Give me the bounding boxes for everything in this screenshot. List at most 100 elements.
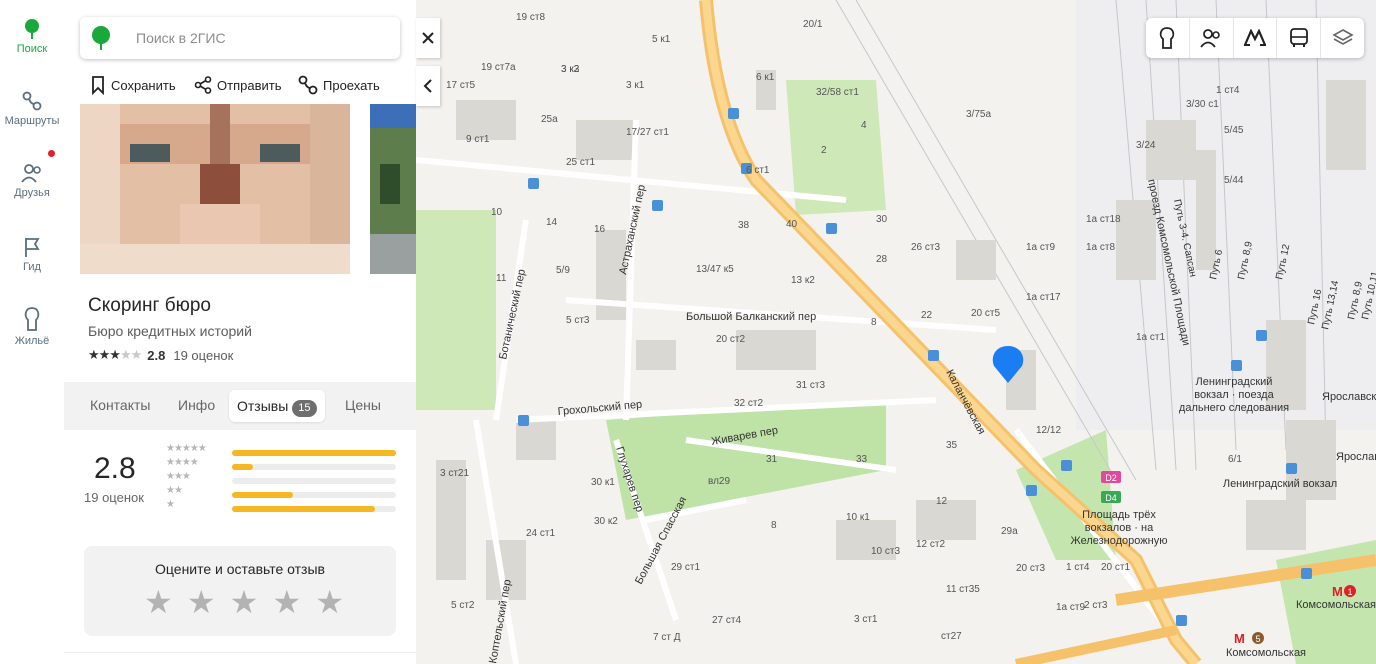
house-number: 31 ст3 (796, 380, 825, 391)
house-number: 30 к1 (591, 477, 615, 488)
rail-guide[interactable]: Гид (0, 236, 64, 273)
d4-label: D4 (1105, 493, 1117, 503)
house-number: 24 ст1 (526, 528, 555, 539)
review-star-4[interactable]: ★ (272, 586, 301, 618)
house-number: 17 ст5 (446, 80, 475, 91)
save-button[interactable]: Сохранить (90, 74, 176, 96)
review-star-3[interactable]: ★ (230, 586, 259, 618)
close-panel-button[interactable] (416, 18, 440, 58)
housing-icon (1160, 27, 1175, 49)
house-number: 3 к3 (561, 64, 580, 75)
map-canvas[interactable]: Большой Балканский пер Грохольский пер Ж… (416, 0, 1376, 664)
rating-distribution-row: ★★★ (166, 471, 396, 488)
tab-info[interactable]: Инфо (178, 397, 215, 413)
distribution-stars: ★★★★★ (166, 443, 207, 454)
house-number: 5/9 (556, 265, 570, 276)
routes-icon (22, 91, 42, 111)
review-star-picker: ★ ★ ★ ★ ★ (144, 586, 344, 618)
toolbar-metro-button[interactable] (1234, 18, 1278, 58)
distribution-stars: ★★★★ (166, 457, 199, 468)
house-number: 12 (936, 496, 948, 507)
house-number: 25а (541, 114, 558, 125)
house-number: 8 (871, 317, 877, 328)
tab-contacts[interactable]: Контакты (90, 397, 150, 413)
house-number: 27 ст4 (712, 615, 741, 626)
metro-icon: М (1234, 631, 1245, 646)
toolbar-housing-button[interactable] (1146, 18, 1190, 58)
route-button[interactable]: Проехать (298, 74, 380, 96)
house-number: 11 ст35 (946, 584, 980, 595)
review-star-5[interactable]: ★ (315, 586, 344, 618)
friends-icon (21, 164, 41, 183)
house-number: 14 (546, 217, 558, 228)
toolbar-transport-button[interactable] (1277, 18, 1322, 58)
tab-reviews-label: Отзывы (237, 398, 289, 414)
house-number: 9 ст1 (466, 134, 490, 145)
house-number: 32/58 ст1 (816, 87, 859, 98)
place-photo-second[interactable] (370, 104, 416, 274)
send-button[interactable]: Отправить (194, 74, 281, 96)
notification-dot (48, 150, 55, 157)
rail-friends-label: Друзья (14, 187, 50, 199)
map[interactable]: Большой Балканский пер Грохольский пер Ж… (416, 0, 1376, 664)
house-number: 1а ст1 (1136, 332, 1165, 343)
distribution-bar (232, 464, 396, 470)
friends-icon (1200, 29, 1220, 48)
panel-divider (64, 652, 416, 653)
house-number: 8 (771, 520, 777, 531)
rail-routes[interactable]: Маршруты (0, 90, 64, 127)
housing-icon (24, 307, 40, 331)
house-number: 1 ст4 (1066, 562, 1090, 573)
house-number: 29 ст1 (671, 562, 700, 573)
house-number: 1 ст4 (1216, 85, 1240, 96)
place-rating-row[interactable]: ★★★★★ 2.8 19 оценок (88, 347, 233, 363)
search-box[interactable]: Поиск в 2ГИС (80, 17, 400, 59)
toolbar-layers-button[interactable] (1321, 18, 1364, 58)
rating-distribution-row: ★★★★ (166, 457, 396, 474)
house-number: 40 (786, 219, 798, 230)
2gis-logo-icon (92, 26, 110, 50)
rail-routes-label: Маршруты (4, 115, 60, 127)
house-number: 13/47 к5 (696, 264, 734, 275)
poi-label: Ленинградский вокзал (1223, 478, 1337, 490)
house-number: 30 к2 (594, 516, 618, 527)
leave-review-box[interactable]: Оцените и оставьте отзыв ★ ★ ★ ★ ★ (84, 546, 396, 636)
send-label: Отправить (217, 77, 282, 93)
house-number: 7 ст Д (653, 632, 681, 643)
distribution-bar-fill (232, 450, 396, 456)
poi-label: Комсомольская (1296, 599, 1376, 611)
house-number: 30 (876, 214, 888, 225)
house-number: 20/1 (803, 19, 823, 30)
house-number: 31 (766, 454, 778, 465)
layers-icon (1331, 29, 1354, 45)
poi-label: вокзал · поезда (1194, 389, 1274, 401)
house-number: 5 к1 (652, 34, 671, 45)
tab-prices[interactable]: Цены (345, 397, 381, 413)
rail-friends[interactable]: Друзья (0, 162, 64, 199)
house-number: 19 ст8 (516, 12, 545, 23)
review-star-2[interactable]: ★ (187, 586, 216, 618)
rail-housing[interactable]: Жильё (0, 306, 64, 347)
house-number: 3 ст2 (416, 0, 440, 3)
poi-label: Ярослав (1336, 451, 1376, 463)
poi-label: Ленинградский (1196, 376, 1273, 388)
house-number: 2 ст3 (1084, 600, 1108, 611)
review-star-1[interactable]: ★ (144, 586, 173, 618)
rail-housing-label: Жильё (14, 335, 50, 347)
rail-search[interactable]: Поиск (0, 18, 64, 55)
house-number: 1а ст8 (1086, 242, 1115, 253)
tab-reviews[interactable]: Отзывы 15 (229, 390, 325, 422)
rating-distribution-row: ★★★★★ (166, 443, 396, 460)
toolbar-friends-button[interactable] (1190, 18, 1234, 58)
place-category: Бюро кредитных историй (88, 323, 252, 339)
place-photo[interactable] (80, 104, 350, 274)
house-number: 20 ст3 (1016, 563, 1045, 574)
tabs-bar: Контакты Инфо Отзывы 15 Цены (64, 382, 416, 430)
house-number: 1а ст9 (1026, 242, 1055, 253)
search-input[interactable]: Поиск в 2ГИС (136, 30, 226, 46)
close-icon (422, 32, 434, 44)
house-number: 20 ст1 (1101, 562, 1130, 573)
distribution-bar (232, 450, 396, 456)
collapse-panel-button[interactable] (416, 66, 440, 106)
place-name: Скоринг бюро (88, 295, 211, 316)
